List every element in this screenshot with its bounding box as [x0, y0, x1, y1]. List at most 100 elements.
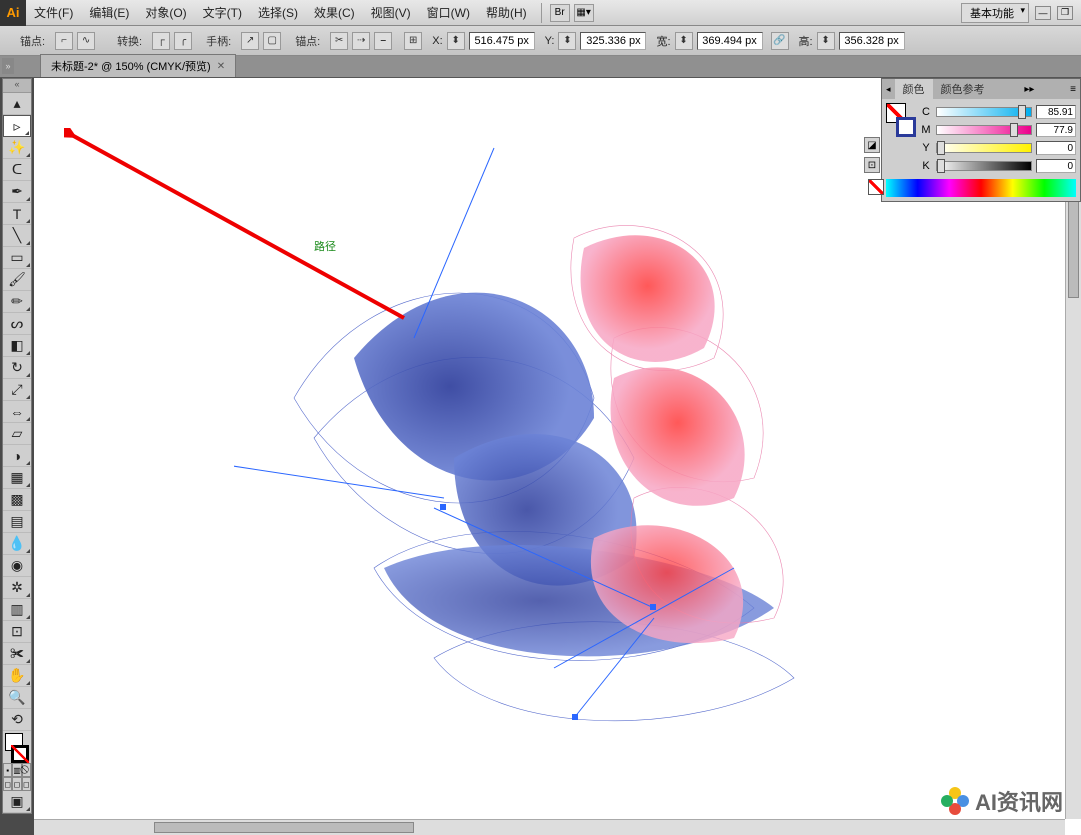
horizontal-scrollbar[interactable]	[34, 819, 1065, 835]
slice-tool[interactable]: ✀	[3, 643, 31, 665]
x-input[interactable]	[469, 32, 535, 50]
cmyk-value-input[interactable]	[1036, 159, 1076, 173]
link-wh-icon[interactable]: ⬍	[675, 32, 693, 50]
none-mode-icon[interactable]: ⃠	[22, 763, 31, 777]
panel-stroke-swatch[interactable]	[896, 117, 916, 137]
panel-icon-1[interactable]: ◪	[864, 137, 880, 153]
cmyk-row-c: C	[920, 103, 1076, 121]
height-input[interactable]	[839, 32, 905, 50]
scale-tool[interactable]: ⤢	[3, 379, 31, 401]
magic-wand-tool[interactable]: ✨	[3, 137, 31, 159]
symbol-sprayer-tool[interactable]: ✲	[3, 577, 31, 599]
link-xy2-icon[interactable]: ⬍	[558, 32, 576, 50]
type-tool[interactable]: T	[3, 203, 31, 225]
shape-builder-tool[interactable]: ◑	[3, 445, 31, 467]
cmyk-slider[interactable]	[936, 107, 1032, 117]
eraser-tool[interactable]: ◧	[3, 335, 31, 357]
menu-type[interactable]: 文字(T)	[195, 4, 250, 21]
cmyk-slider[interactable]	[936, 125, 1032, 135]
gradient-tool[interactable]: ▤	[3, 511, 31, 533]
cmyk-value-input[interactable]	[1036, 123, 1076, 137]
restore-button[interactable]: ❐	[1057, 6, 1073, 20]
gradient-mode-icon[interactable]: ▥	[12, 763, 22, 777]
connect-anchor-icon[interactable]: ⇢	[352, 32, 370, 50]
none-color-swatch[interactable]	[868, 179, 884, 195]
fill-stroke-swatch[interactable]	[3, 733, 31, 763]
column-graph-tool[interactable]: ▥	[3, 599, 31, 621]
channel-label: Y	[920, 142, 932, 154]
workspace-switcher[interactable]: 基本功能	[961, 3, 1029, 23]
panel-collapse-icon[interactable]: ◂	[882, 84, 895, 95]
arrange-docs-icon[interactable]: ▦▾	[574, 4, 594, 22]
cmyk-slider[interactable]	[936, 143, 1032, 153]
link-wh2-icon[interactable]: ⬍	[817, 32, 835, 50]
hand-tool[interactable]: ✋	[3, 665, 31, 687]
lasso-tool[interactable]: ᑕ	[3, 159, 31, 181]
cmyk-value-input[interactable]	[1036, 105, 1076, 119]
screen-mode-tool[interactable]: ▣	[3, 791, 31, 813]
menu-edit[interactable]: 编辑(E)	[81, 4, 137, 21]
selection-tool[interactable]: ▴	[3, 93, 31, 115]
line-tool[interactable]: ╲	[3, 225, 31, 247]
expand-panels-icon[interactable]: »	[2, 58, 14, 74]
reference-point-icon[interactable]: ⊞	[404, 32, 422, 50]
width-input[interactable]	[697, 32, 763, 50]
direct-selection-tool[interactable]: ▹	[3, 115, 31, 137]
panel-menu-icon[interactable]: ≡	[1066, 84, 1080, 95]
stroke-swatch[interactable]	[11, 745, 29, 763]
menu-help[interactable]: 帮助(H)	[478, 4, 535, 21]
color-guide-tab[interactable]: 颜色参考	[933, 79, 993, 99]
scroll-thumb[interactable]	[154, 822, 414, 833]
width-tool[interactable]: ⇔	[3, 401, 31, 423]
cmyk-value-input[interactable]	[1036, 141, 1076, 155]
panel-fill-stroke[interactable]	[886, 103, 916, 137]
menu-object[interactable]: 对象(O)	[137, 4, 194, 21]
convert-to-corner-icon[interactable]: ┌	[152, 32, 170, 50]
constrain-proportions-icon[interactable]: 🔗	[771, 32, 789, 50]
document-tab[interactable]: 未标题-2* @ 150% (CMYK/预览) ✕	[40, 54, 236, 77]
draw-behind-icon[interactable]: ◻	[12, 777, 21, 791]
draw-inside-icon[interactable]: ◻	[22, 777, 31, 791]
transform-label: 转换:	[117, 33, 142, 49]
menu-window[interactable]: 窗口(W)	[419, 4, 478, 21]
cut-path-icon[interactable]: ⎯	[374, 32, 392, 50]
convert-to-smooth-icon[interactable]: ╭	[174, 32, 192, 50]
blob-brush-tool[interactable]: ᔕ	[3, 313, 31, 335]
x-coord-label: X:	[432, 35, 442, 47]
paintbrush-tool[interactable]: 🖌	[3, 269, 31, 291]
rectangle-tool[interactable]: ▭	[3, 247, 31, 269]
menu-file[interactable]: 文件(F)	[26, 4, 81, 21]
anchor-convert-smooth-icon[interactable]: ∿	[77, 32, 95, 50]
color-mode-icon[interactable]: ▪	[3, 763, 12, 777]
bridge-icon[interactable]: Br	[550, 4, 570, 22]
close-tab-icon[interactable]: ✕	[217, 61, 225, 72]
remove-anchor-icon[interactable]: ✂	[330, 32, 348, 50]
rotate-tool[interactable]: ↻	[3, 357, 31, 379]
cmyk-slider[interactable]	[936, 161, 1032, 171]
toggle-fill-stroke-icon[interactable]: ⟲	[3, 709, 31, 731]
menu-effect[interactable]: 效果(C)	[306, 4, 363, 21]
color-spectrum[interactable]	[886, 179, 1076, 197]
artboard-tool[interactable]: ⊡	[3, 621, 31, 643]
zoom-tool[interactable]: 🔍	[3, 687, 31, 709]
show-handles-icon[interactable]: ↗	[241, 32, 259, 50]
free-transform-tool[interactable]: ▱	[3, 423, 31, 445]
link-xy-icon[interactable]: ⬍	[447, 32, 465, 50]
panel-icon-2[interactable]: ⊡	[864, 157, 880, 173]
anchor-convert-corner-icon[interactable]: ⌐	[55, 32, 73, 50]
color-tab[interactable]: 颜色	[895, 79, 933, 99]
mesh-tool[interactable]: ▩	[3, 489, 31, 511]
eyedropper-tool[interactable]: 💧	[3, 533, 31, 555]
pencil-tool[interactable]: ✏	[3, 291, 31, 313]
collapse-toolbox-icon[interactable]: «	[3, 79, 31, 93]
menu-select[interactable]: 选择(S)	[250, 4, 306, 21]
y-input[interactable]	[580, 32, 646, 50]
menu-view[interactable]: 视图(V)	[363, 4, 419, 21]
pen-tool[interactable]: ✒	[3, 181, 31, 203]
hide-handles-icon[interactable]: ▢	[263, 32, 281, 50]
draw-normal-icon[interactable]: ◻	[3, 777, 12, 791]
blend-tool[interactable]: ◉	[3, 555, 31, 577]
minimize-button[interactable]: —	[1035, 6, 1051, 20]
panel-expand-icon[interactable]: ▸▸	[1020, 84, 1038, 95]
perspective-grid-tool[interactable]: ▦	[3, 467, 31, 489]
